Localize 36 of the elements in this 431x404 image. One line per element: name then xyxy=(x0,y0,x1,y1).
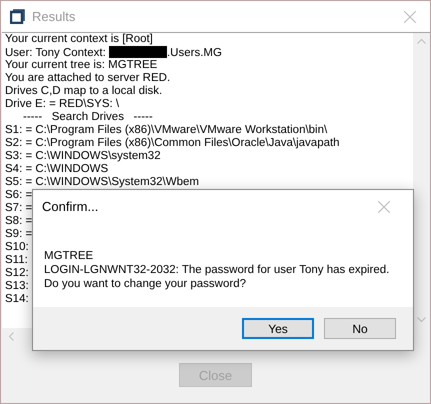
dialog-message: MGTREE xyxy=(44,249,94,263)
output-line: S3: = C:\WINDOWS\system32 xyxy=(5,150,161,163)
output-line: Your current tree is: MGTREE xyxy=(5,59,158,72)
scroll-up-icon[interactable] xyxy=(417,38,426,44)
scroll-left-icon[interactable] xyxy=(8,332,14,341)
output-line: S8: = xyxy=(5,215,32,228)
output-line: S7: = xyxy=(5,202,32,215)
output-line: S10: xyxy=(5,241,29,254)
dialog-message: Do you want to change your password? xyxy=(44,277,246,291)
dialog-message: LOGIN-LGNWNT32-2032: The password for user Tony has expired. xyxy=(44,263,390,277)
vertical-scrollbar[interactable] xyxy=(413,33,430,328)
output-line: User: Tony Context: .Users.MG xyxy=(5,46,222,59)
output-line: Your current context is [Root] xyxy=(5,33,153,46)
output-line: S6: = xyxy=(5,189,32,202)
output-line: ----- Search Drives ----- xyxy=(23,111,153,124)
output-line: You are attached to server RED. xyxy=(5,72,170,85)
output-line: S12: xyxy=(5,267,29,280)
scroll-down-icon[interactable] xyxy=(417,317,426,323)
app-icon xyxy=(10,9,25,24)
redaction-bar xyxy=(108,46,167,58)
output-line: S14: xyxy=(5,293,29,306)
dialog-title: Confirm... xyxy=(42,199,98,214)
window-title: Results xyxy=(32,9,76,24)
output-line: S9: = xyxy=(5,228,32,241)
dialog-button[interactable]: No xyxy=(324,318,396,339)
output-line: S11: xyxy=(5,254,28,267)
output-line: S4: = C:\WINDOWS xyxy=(5,163,108,176)
dialog-button[interactable]: Yes xyxy=(242,318,314,339)
output-line: S2: = C:\Program Files (x86)\Common Files\Oracle\Java\javapath xyxy=(5,137,340,150)
output-line: Drive E: = RED\SYS: \ xyxy=(5,98,120,111)
close-icon[interactable] xyxy=(404,10,416,22)
output-line: Drives C,D map to a local disk. xyxy=(5,85,162,98)
close-icon[interactable] xyxy=(378,200,390,212)
output-line: S1: = C:\Program Files (x86)\VMware\VMware Workstation\bin\ xyxy=(5,124,328,137)
output-line: S5: = C:\WINDOWS\System32\Wbem xyxy=(5,176,199,189)
output-line: S13: xyxy=(5,280,29,293)
